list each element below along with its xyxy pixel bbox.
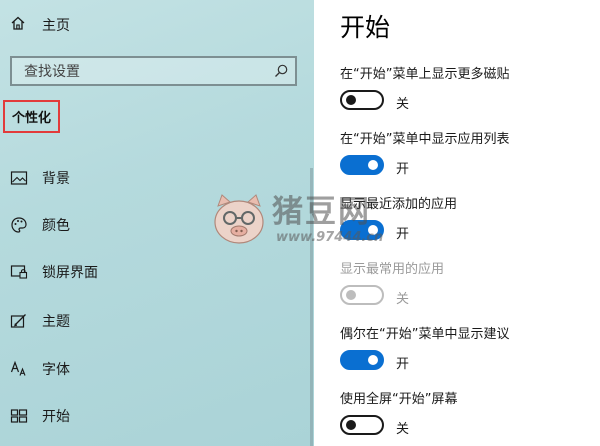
search-input[interactable] [22, 58, 266, 86]
toggle-knob [346, 290, 356, 300]
sidebar-item-label: 开始 [42, 409, 70, 425]
sidebar-item-label: 背景 [42, 171, 70, 187]
toggle-knob [368, 355, 378, 365]
toggle-state-label: 开 [396, 227, 410, 242]
watermark-url: www.97444.cn [276, 230, 384, 245]
sidebar-item-label: 颜色 [42, 218, 70, 234]
toggle-knob [346, 420, 356, 430]
toggle-state-label: 开 [396, 357, 410, 372]
palette-icon [10, 216, 28, 234]
sidebar-item-color[interactable]: 颜色 [10, 213, 70, 237]
sidebar-item-label: 锁屏界面 [42, 265, 98, 281]
toggle-knob [368, 160, 378, 170]
theme-icon [10, 312, 28, 330]
toggle-state-label: 开 [396, 162, 410, 177]
sidebar-item-background[interactable]: 背景 [10, 166, 70, 190]
home-label: 主页 [42, 18, 70, 34]
setting-label-most-used: 显示最常用的应用 [340, 262, 445, 277]
start-icon [10, 407, 28, 425]
section-title-personalization: 个性化 [3, 100, 60, 133]
home-icon [10, 15, 26, 35]
toggle-suggestions[interactable] [340, 350, 384, 370]
setting-label-suggestions: 偶尔在“开始”菜单中显示建议 [340, 327, 510, 342]
setting-label-app-list: 在“开始”菜单中显示应用列表 [340, 132, 510, 147]
home-nav-item[interactable]: 主页 [10, 14, 70, 36]
sidebar-item-font[interactable]: 字体 [10, 357, 70, 381]
sidebar-item-label: 字体 [42, 362, 70, 378]
toggle-most-used[interactable] [340, 285, 384, 305]
toggle-state-label: 关 [396, 292, 410, 307]
page-title: 开始 [340, 13, 391, 42]
search-icon[interactable] [273, 63, 289, 79]
sidebar-item-start[interactable]: 开始 [10, 404, 70, 428]
lock-screen-icon [10, 263, 28, 281]
toggle-state-label: 关 [396, 422, 410, 437]
watermark-pig-logo-icon [208, 192, 270, 248]
toggle-app-list[interactable] [340, 155, 384, 175]
search-box[interactable] [10, 56, 297, 86]
watermark-text: 猪豆网 [272, 194, 371, 230]
toggle-knob [346, 95, 356, 105]
setting-label-fullscreen-start: 使用全屏“开始”屏幕 [340, 392, 458, 407]
toggle-fullscreen-start[interactable] [340, 415, 384, 435]
sidebar-item-theme[interactable]: 主题 [10, 309, 70, 333]
image-icon [10, 169, 28, 187]
sidebar-item-label: 主题 [42, 314, 70, 330]
font-icon [10, 360, 28, 378]
sidebar-item-lock-screen[interactable]: 锁屏界面 [10, 260, 98, 284]
toggle-state-label: 关 [396, 97, 410, 112]
setting-label-more-tiles: 在“开始”菜单上显示更多磁贴 [340, 67, 510, 82]
toggle-more-tiles[interactable] [340, 90, 384, 110]
